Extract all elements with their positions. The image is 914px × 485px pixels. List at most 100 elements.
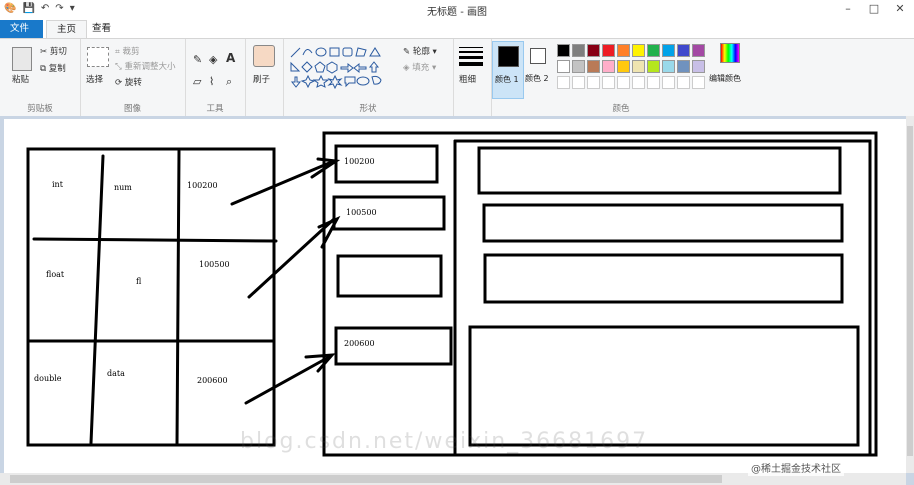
ribbon: 粘贴 ✂ 剪切 ⧉ 复制 剪贴板 选择 ⌗ 裁剪 ⤡ 重新调整大小 ⟳ 旋转 图… (0, 38, 914, 117)
text-tool-icon[interactable]: A (226, 51, 235, 65)
palette-color-swatch[interactable] (572, 44, 585, 57)
rotate-button[interactable]: ⟳ 旋转 (115, 76, 142, 88)
color-picker-icon[interactable]: ⌇ (209, 75, 214, 88)
vertical-scrollbar[interactable] (906, 116, 914, 473)
palette-color-swatch[interactable] (632, 60, 645, 73)
fill-icon: ◈ (403, 63, 413, 73)
table-cell-text: int (52, 180, 64, 189)
palette-color-swatch[interactable] (692, 60, 705, 73)
palette-empty-swatch[interactable] (617, 76, 630, 89)
table-row-divider (32, 237, 278, 243)
edit-colors-button[interactable]: 编辑颜色 (709, 43, 747, 95)
image-group: 选择 ⌗ 裁剪 ⤡ 重新调整大小 ⟳ 旋转 图像 (80, 39, 186, 116)
palette-color-swatch[interactable] (662, 44, 675, 57)
shapes-group: ✎ 轮廓 ▾ ◈ 填充 ▾ 形状 (283, 39, 454, 116)
watermark-site: @稀土掘金技术社区 (748, 459, 844, 476)
color1-button[interactable]: 颜色 1 (492, 41, 524, 99)
color1-swatch (498, 46, 519, 67)
select-icon[interactable] (87, 47, 109, 67)
color2-swatch (530, 48, 546, 64)
palette-color-swatch[interactable] (602, 44, 615, 57)
colors-group: 颜色 1 颜色 2 编辑颜色 颜色 (491, 39, 751, 116)
palette-color-swatch[interactable] (572, 60, 585, 73)
paste-button[interactable]: 粘贴 (12, 73, 29, 85)
vertical-scroll-thumb[interactable] (907, 126, 913, 456)
palette-color-swatch[interactable] (587, 44, 600, 57)
pointer-arrow (230, 159, 336, 206)
horizontal-scroll-thumb[interactable] (10, 475, 722, 483)
outline-icon: ✎ (403, 47, 413, 57)
palette-empty-swatch[interactable] (647, 76, 660, 89)
magnifier-icon[interactable]: ⌕ (226, 75, 232, 89)
table-cell-text: num (114, 183, 132, 192)
palette-empty-swatch[interactable] (602, 76, 615, 89)
palette-empty-swatch[interactable] (572, 76, 585, 89)
palette-color-swatch[interactable] (617, 60, 630, 73)
resize-button[interactable]: ⤡ 重新调整大小 (115, 60, 176, 72)
scissors-icon: ✂ (40, 47, 50, 57)
palette-color-swatch[interactable] (557, 60, 570, 73)
pointer-arrow (247, 217, 336, 299)
select-button[interactable]: 选择 (86, 73, 103, 85)
copy-button[interactable]: ⧉ 复制 (40, 62, 66, 74)
minimize-button[interactable]: – (835, 0, 861, 18)
brush-icon[interactable] (253, 45, 275, 67)
tab-home[interactable]: 主页 (46, 20, 88, 39)
table-cell-text: float (46, 270, 65, 279)
brushes-group: 刷子 (245, 39, 284, 116)
tools-group: ✎ ◈ A ▱ ⌇ ⌕ 工具 (185, 39, 246, 116)
memory-block (468, 325, 860, 447)
fill-button[interactable]: ◈ 填充 ▾ (403, 61, 436, 73)
palette-empty-swatch[interactable] (692, 76, 705, 89)
outline-button[interactable]: ✎ 轮廓 ▾ (403, 45, 437, 57)
image-group-label: 图像 (123, 104, 141, 114)
watermark-blog: blog.csdn.net/weixin_36681697 (240, 429, 649, 454)
line-width-icon[interactable] (459, 47, 483, 66)
size-button[interactable]: 粗细 (459, 73, 476, 85)
crop-icon: ⌗ (115, 47, 123, 57)
palette-empty-swatch[interactable] (662, 76, 675, 89)
cut-button[interactable]: ✂ 剪切 (40, 45, 67, 57)
tab-view[interactable]: 查看 (82, 20, 121, 38)
table-cell-text: 100500 (199, 260, 230, 269)
palette-color-swatch[interactable] (692, 44, 705, 57)
pointer-arrow (244, 355, 331, 405)
colors-group-label: 颜色 (612, 104, 630, 114)
shapes-gallery[interactable] (288, 45, 396, 89)
brushes-button[interactable]: 刷子 (253, 73, 270, 85)
paste-icon[interactable] (12, 47, 32, 71)
ribbon-tabs: 文件 主页 查看 (0, 20, 914, 39)
palette-color-swatch[interactable] (647, 60, 660, 73)
drawing-canvas[interactable]: int num 100200 float fl 100500 double da… (4, 119, 906, 473)
memory-block (483, 253, 844, 304)
maximize-button[interactable]: □ (861, 0, 887, 18)
close-button[interactable]: ✕ (887, 0, 913, 18)
table-cell-text: data (107, 369, 125, 378)
palette-color-swatch[interactable] (587, 60, 600, 73)
palette-color-swatch[interactable] (602, 60, 615, 73)
palette-empty-swatch[interactable] (587, 76, 600, 89)
color2-button[interactable]: 颜色 2 (525, 41, 555, 97)
table-cell-text: fl (136, 277, 142, 286)
eraser-icon[interactable]: ▱ (193, 75, 201, 88)
palette-empty-swatch[interactable] (632, 76, 645, 89)
palette-color-swatch[interactable] (617, 44, 630, 57)
memory-block (477, 146, 842, 195)
pencil-icon[interactable]: ✎ (193, 53, 202, 66)
palette-color-swatch[interactable] (647, 44, 660, 57)
fill-bucket-icon[interactable]: ◈ (209, 53, 217, 66)
palette-color-swatch[interactable] (677, 60, 690, 73)
palette-color-swatch[interactable] (662, 60, 675, 73)
memory-cell (336, 254, 443, 298)
palette-empty-swatch[interactable] (677, 76, 690, 89)
tab-file[interactable]: 文件 (0, 20, 43, 38)
palette-color-swatch[interactable] (677, 44, 690, 57)
edit-colors-label: 编辑颜色 (709, 74, 741, 83)
crop-button[interactable]: ⌗ 裁剪 (115, 45, 140, 57)
resize-icon: ⤡ (115, 62, 125, 72)
palette-color-swatch[interactable] (632, 44, 645, 57)
title-bar: 🎨 💾 ↶ ↷ ▾ 无标题 - 画图 – □ ✕ (0, 0, 914, 21)
shapes-group-label: 形状 (359, 104, 377, 114)
palette-empty-swatch[interactable] (557, 76, 570, 89)
palette-color-swatch[interactable] (557, 44, 570, 57)
